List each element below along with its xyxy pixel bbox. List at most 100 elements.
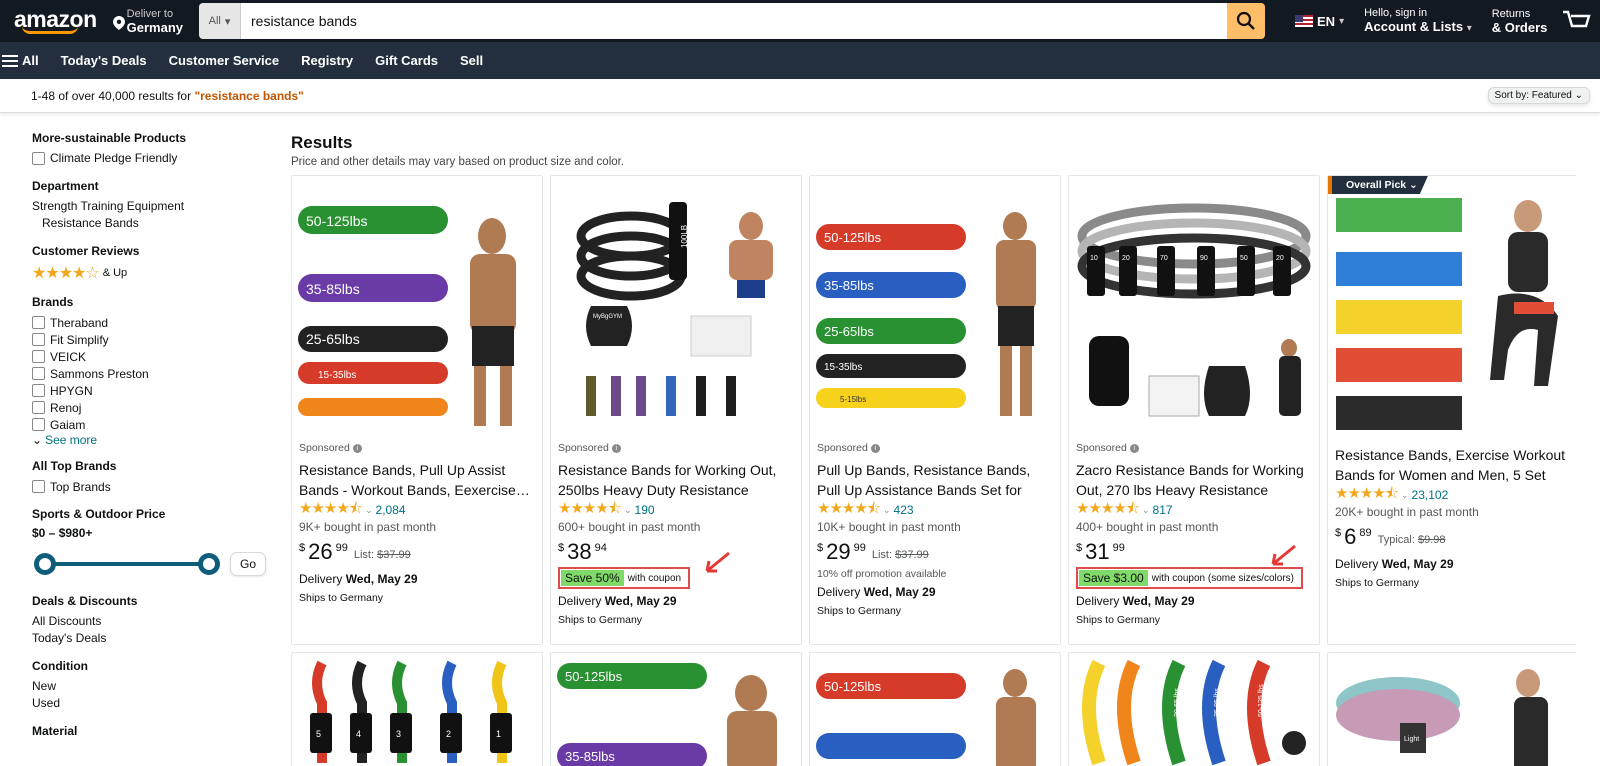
- product-title[interactable]: Resistance Bands for Working Out, 250lbs…: [558, 460, 793, 500]
- product-card[interactable]: 100LB MyBgGYM Sponsored i Resistance Ban…: [550, 175, 802, 645]
- price-slider[interactable]: [34, 553, 220, 575]
- product-card[interactable]: 50-125lbs 35-85lbs 25-65lbs 15-35lbs Spo…: [291, 175, 543, 645]
- search-category-dropdown[interactable]: All ▾: [199, 3, 242, 39]
- todays-deals-link[interactable]: Today's Deals: [32, 630, 282, 647]
- price[interactable]: $ 6 89 Typical: $9.98: [1335, 525, 1569, 549]
- svg-text:90: 90: [1200, 255, 1208, 262]
- price-heading: Sports & Outdoor Price: [32, 507, 166, 521]
- product-title[interactable]: Pull Up Bands, Resistance Bands, Pull Up…: [817, 460, 1052, 500]
- checkbox[interactable]: [32, 384, 45, 397]
- checkbox[interactable]: [32, 367, 45, 380]
- product-image[interactable]: 50-125lbs 35-85lbs 25-65lbs 15-35lbs 5-1…: [810, 176, 1060, 434]
- product-card[interactable]: 30-65 lbs 35-85 lbs 50-125 lbs: [1068, 652, 1320, 766]
- search-button[interactable]: [1227, 3, 1266, 39]
- product-image[interactable]: 100LB MyBgGYM: [551, 176, 801, 434]
- price[interactable]: $ 29 99 List: $37.99: [817, 540, 1052, 564]
- product-image[interactable]: Light: [1328, 653, 1577, 766]
- product-title[interactable]: Resistance Bands, Pull Up Assist Bands -…: [299, 460, 534, 500]
- sponsored-label[interactable]: Sponsored i: [299, 442, 534, 454]
- sort-dropdown[interactable]: Sort by: Featured ⌄: [1487, 87, 1590, 104]
- overall-pick-badge[interactable]: Overall Pick ⌄: [1328, 176, 1428, 194]
- product-card[interactable]: 50-125lbs 35-85lbs: [550, 652, 802, 766]
- climate-pledge-filter[interactable]: Climate Pledge Friendly: [32, 150, 282, 167]
- sponsored-label[interactable]: Sponsored i: [558, 442, 793, 454]
- search-icon: [1236, 11, 1255, 30]
- product-card[interactable]: 50-125lbs 35-85lbs 25-65lbs 15-35lbs 5-1…: [809, 175, 1061, 645]
- brand-filter-sammons[interactable]: Sammons Preston: [32, 365, 282, 382]
- product-card[interactable]: Overall Pick ⌄ Resistance Bands, Exercis…: [1327, 175, 1577, 645]
- checkbox[interactable]: [32, 480, 45, 493]
- product-rating[interactable]: ★★★★⯪ ⌄ 817: [1076, 500, 1311, 519]
- brand-filter-theraband[interactable]: Theraband: [32, 314, 282, 331]
- product-card[interactable]: Light: [1327, 652, 1577, 766]
- product-rating[interactable]: ★★★★⯪ ⌄ 23,102: [1335, 485, 1569, 504]
- coupon-badge[interactable]: Save 50% with coupon: [558, 567, 691, 589]
- product-image[interactable]: 10 20 70 90 50 20: [1069, 176, 1319, 434]
- search-input[interactable]: [241, 3, 1228, 39]
- department-resistance-link[interactable]: Resistance Bands: [32, 215, 282, 232]
- all-menu-button[interactable]: All: [0, 42, 50, 79]
- svg-text:50-125lbs: 50-125lbs: [306, 213, 368, 229]
- product-image[interactable]: 50-125lbs: [810, 653, 1061, 766]
- all-discounts-link[interactable]: All Discounts: [32, 613, 282, 630]
- condition-new-link[interactable]: New: [32, 678, 282, 695]
- condition-used-link[interactable]: Used: [32, 695, 282, 712]
- product-image[interactable]: 50-125lbs 35-85lbs: [551, 653, 802, 766]
- product-image[interactable]: Overall Pick ⌄: [1328, 176, 1577, 434]
- checkbox[interactable]: [32, 350, 45, 363]
- cart-icon[interactable]: [1561, 6, 1591, 36]
- brand-filter-renoj[interactable]: Renoj: [32, 399, 282, 416]
- product-title[interactable]: Zacro Resistance Bands for Working Out, …: [1076, 460, 1311, 500]
- slider-max-handle[interactable]: [198, 553, 220, 575]
- svg-text:25-65lbs: 25-65lbs: [824, 324, 874, 339]
- svg-text:Light: Light: [1404, 736, 1419, 743]
- department-strength-link[interactable]: Strength Training Equipment: [32, 198, 282, 215]
- nav-customer-service[interactable]: Customer Service: [158, 42, 291, 79]
- deliver-to[interactable]: Deliver to Germany: [105, 3, 193, 39]
- four-stars-filter[interactable]: ★★★★☆ & Up: [32, 263, 282, 283]
- product-card[interactable]: 5 4 3 2 1: [291, 652, 543, 766]
- brand-filter-fit-simplify[interactable]: Fit Simplify: [32, 331, 282, 348]
- price-currency: $: [558, 542, 565, 554]
- brand-filter-gaiam[interactable]: Gaiam: [32, 416, 282, 433]
- nav-sell[interactable]: Sell: [449, 42, 494, 79]
- chevron-down-icon: ⌄: [1401, 489, 1409, 500]
- info-icon: i: [870, 443, 880, 453]
- top-brands-filter[interactable]: Top Brands: [32, 478, 282, 495]
- product-card[interactable]: 10 20 70 90 50 20 Sponsored i Zacro Resi…: [1068, 175, 1320, 645]
- product-image[interactable]: 5 4 3 2 1: [292, 653, 543, 766]
- account-menu[interactable]: Hello, sign in Account & Lists ▾: [1354, 7, 1482, 35]
- returns-orders[interactable]: Returns & Orders: [1482, 8, 1558, 34]
- amazon-logo[interactable]: amazon: [6, 8, 105, 34]
- product-image[interactable]: 30-65 lbs 35-85 lbs 50-125 lbs: [1069, 653, 1320, 766]
- product-title[interactable]: Resistance Bands, Exercise Workout Bands…: [1335, 445, 1569, 485]
- slider-min-handle[interactable]: [34, 553, 56, 575]
- price-go-button[interactable]: Go: [230, 552, 267, 576]
- brand-filter-hpygn[interactable]: HPYGN: [32, 382, 282, 399]
- coupon-badge[interactable]: Save $3.00 with coupon (some sizes/colors…: [1076, 567, 1303, 589]
- price-range-label: $0 – $980+: [32, 526, 93, 540]
- product-rating[interactable]: ★★★★⯪ ⌄ 190: [558, 500, 793, 519]
- product-rating[interactable]: ★★★★⯪ ⌄ 423: [817, 500, 1052, 519]
- language-selector[interactable]: EN ▾: [1265, 14, 1354, 29]
- nav-registry[interactable]: Registry: [290, 42, 364, 79]
- see-more-brands-link[interactable]: ⌄ See more: [32, 433, 282, 447]
- brand-filter-veick[interactable]: VEICK: [32, 348, 282, 365]
- product-image[interactable]: 50-125lbs 35-85lbs 25-65lbs 15-35lbs: [292, 176, 542, 434]
- sponsored-label[interactable]: Sponsored i: [817, 442, 1052, 454]
- checkbox[interactable]: [32, 316, 45, 329]
- coupon-save: Save $3.00: [1079, 570, 1148, 586]
- hamburger-icon: [2, 54, 18, 67]
- nav-todays-deals[interactable]: Today's Deals: [50, 42, 158, 79]
- nav-gift-cards[interactable]: Gift Cards: [364, 42, 449, 79]
- checkbox[interactable]: [32, 333, 45, 346]
- checkbox[interactable]: [32, 152, 45, 165]
- location-pin-icon: [112, 16, 125, 33]
- checkbox[interactable]: [32, 401, 45, 414]
- price[interactable]: $ 38 94: [558, 540, 793, 564]
- checkbox[interactable]: [32, 418, 45, 431]
- price[interactable]: $ 26 99 List: $37.99: [299, 540, 534, 564]
- product-card[interactable]: 50-125lbs: [809, 652, 1061, 766]
- product-rating[interactable]: ★★★★⯪ ⌄ 2,084: [299, 500, 534, 519]
- sponsored-label[interactable]: Sponsored i: [1076, 442, 1311, 454]
